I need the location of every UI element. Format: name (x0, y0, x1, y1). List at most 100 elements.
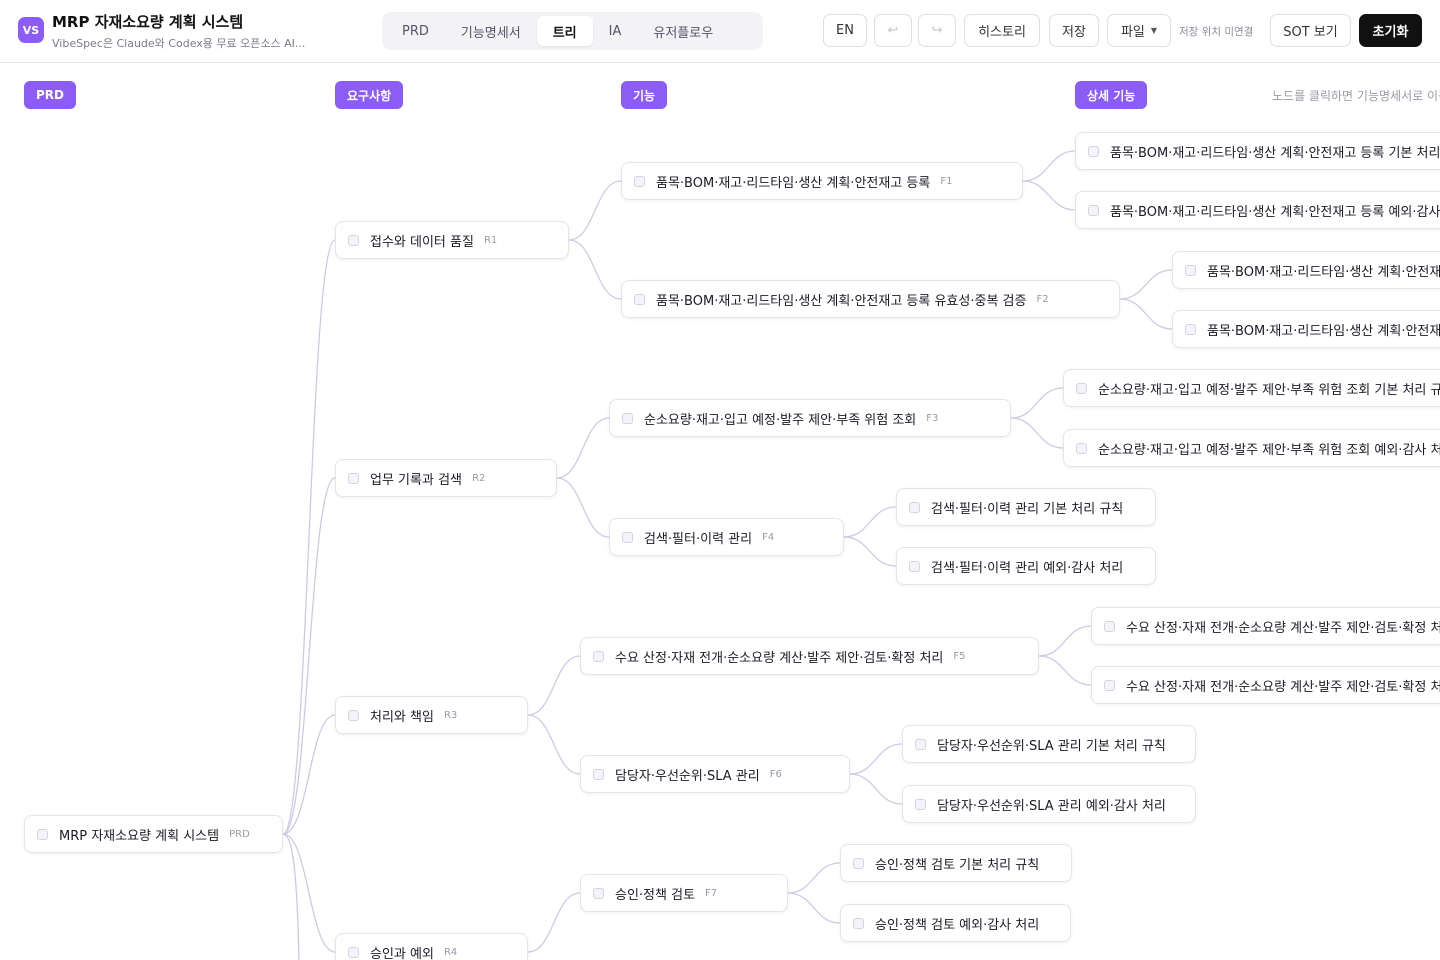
node-label: 순소요량·재고·입고 예정·발주 제안·부족 위험 조회 (644, 412, 917, 428)
tree-node-detail[interactable]: 품목·BOM·재고·리드타임·생산 계획·안전재고 등록 유효성·중복 검증 예… (1172, 310, 1440, 348)
node-checkbox[interactable] (348, 946, 359, 958)
node-checkbox[interactable] (634, 175, 645, 187)
node-label: 검색·필터·이력 관리 예외·감사 처리 (931, 560, 1124, 576)
top-bar: VS MRP 자재소요량 계획 시스템 VibeSpec은 Claude와 Co… (0, 0, 1440, 63)
tree-node-detail[interactable]: 담당자·우선순위·SLA 관리 기본 처리 규칙 (902, 725, 1196, 763)
tree-node-detail[interactable]: 품목·BOM·재고·리드타임·생산 계획·안전재고 등록 유효성·중복 검증 기… (1172, 251, 1440, 289)
tree-node-feature[interactable]: 담당자·우선순위·SLA 관리 F6 (580, 755, 850, 793)
node-tag: PRD (229, 828, 250, 840)
tree-link (282, 239, 336, 835)
tree-link (556, 477, 610, 538)
node-label: 순소요량·재고·입고 예정·발주 제안·부족 위험 조회 예외·감사 처리 (1098, 442, 1440, 458)
view-tabs: PRD 기능명세서 트리 IA 유저플로우 (382, 12, 763, 50)
tree-link (568, 239, 622, 300)
tree-node-feature[interactable]: 품목·BOM·재고·리드타임·생산 계획·안전재고 등록 F1 (621, 162, 1023, 200)
tree-node-detail[interactable]: 검색·필터·이력 관리 예외·감사 처리 (896, 547, 1156, 585)
tree-node-root[interactable]: MRP 자재소요량 계획 시스템 PRD (24, 815, 283, 853)
node-tag: R2 (472, 472, 486, 484)
node-checkbox[interactable] (348, 709, 359, 721)
tab-tree[interactable]: 트리 (536, 16, 593, 46)
node-checkbox[interactable] (593, 768, 604, 780)
node-checkbox[interactable] (1076, 442, 1087, 454)
node-checkbox[interactable] (593, 650, 604, 662)
tree-link (1119, 298, 1173, 330)
tree-node-requirement[interactable]: 승인과 예외 R4 (335, 933, 528, 960)
node-checkbox[interactable] (348, 472, 359, 484)
node-label: 품목·BOM·재고·리드타임·생산 계획·안전재고 등록 유효성·중복 검증 (656, 293, 1027, 309)
node-checkbox[interactable] (1104, 679, 1115, 691)
tree-node-detail[interactable]: 승인·정책 검토 기본 처리 규칙 (840, 844, 1072, 882)
node-checkbox[interactable] (1185, 323, 1196, 335)
node-checkbox[interactable] (622, 531, 633, 543)
node-checkbox[interactable] (915, 738, 926, 750)
node-checkbox[interactable] (1088, 204, 1099, 216)
sot-view-button[interactable]: SOT 보기 (1270, 14, 1351, 47)
reset-button[interactable]: 초기화 (1359, 14, 1422, 47)
tree-link (1022, 180, 1076, 211)
node-label: MRP 자재소요량 계획 시스템 (59, 828, 220, 844)
node-tag: F4 (762, 531, 775, 543)
node-checkbox[interactable] (622, 412, 633, 424)
tree-node-detail[interactable]: 수요 산정·자재 전개·순소요량 계산·발주 제안·검토·확정 처리 예외·감사… (1091, 666, 1440, 704)
node-checkbox[interactable] (634, 293, 645, 305)
tree-link (1038, 655, 1092, 686)
node-label: 수요 산정·자재 전개·순소요량 계산·발주 제안·검토·확정 처리 예외·감사… (1126, 679, 1440, 695)
node-tag: R1 (483, 234, 498, 246)
node-checkbox[interactable] (37, 828, 48, 840)
node-checkbox[interactable] (1076, 382, 1087, 394)
tree-node-feature[interactable]: 수요 산정·자재 전개·순소요량 계산·발주 제안·검토·확정 처리 F5 (580, 637, 1039, 675)
tree-node-feature[interactable]: 승인·정책 검토 F7 (580, 874, 788, 912)
tree-node-detail[interactable]: 검색·필터·이력 관리 기본 처리 규칙 (896, 488, 1156, 526)
tree-link (1022, 150, 1076, 182)
tree-node-feature[interactable]: 품목·BOM·재고·리드타임·생산 계획·안전재고 등록 유효성·중복 검증 F… (621, 280, 1120, 318)
node-label: 처리와 책임 (370, 709, 434, 725)
tree-canvas[interactable]: PRD 요구사항 기능 상세 기능 노드를 클릭하면 기능명세서로 이동 MRP… (0, 63, 1440, 960)
node-checkbox[interactable] (909, 501, 920, 513)
node-checkbox[interactable] (593, 887, 604, 899)
node-label: 수요 산정·자재 전개·순소요량 계산·발주 제안·검토·확정 처리 기본 처리… (1126, 620, 1440, 636)
node-checkbox[interactable] (853, 857, 864, 869)
node-checkbox[interactable] (915, 798, 926, 810)
tree-node-feature[interactable]: 검색·필터·이력 관리 F4 (609, 518, 844, 556)
node-label: 품목·BOM·재고·리드타임·생산 계획·안전재고 등록 (656, 175, 931, 191)
tree-node-detail[interactable]: 담당자·우선순위·SLA 관리 예외·감사 처리 (902, 785, 1196, 823)
app-title: MRP 자재소요량 계획 시스템 (52, 13, 244, 31)
node-label: 순소요량·재고·입고 예정·발주 제안·부족 위험 조회 기본 처리 규칙 (1098, 382, 1440, 398)
node-tag: F7 (705, 887, 718, 899)
node-checkbox[interactable] (1088, 145, 1099, 157)
tree-node-detail[interactable]: 품목·BOM·재고·리드타임·생산 계획·안전재고 등록 예외·감사 처리 (1075, 191, 1440, 229)
tab-user-flow[interactable]: 유저플로우 (637, 16, 729, 46)
node-label: 업무 기록과 검색 (370, 472, 462, 488)
tree-node-requirement[interactable]: 접수와 데이터 품질 R1 (335, 221, 569, 259)
node-checkbox[interactable] (1104, 620, 1115, 632)
node-tag: R3 (443, 709, 458, 721)
save-button[interactable]: 저장 (1049, 14, 1099, 47)
node-checkbox[interactable] (853, 917, 864, 929)
tree-node-detail[interactable]: 수요 산정·자재 전개·순소요량 계산·발주 제안·검토·확정 처리 기본 처리… (1091, 607, 1440, 645)
tab-prd[interactable]: PRD (386, 16, 445, 46)
tree-link (282, 714, 336, 835)
redo-button[interactable]: ↪ (918, 14, 956, 47)
tree-node-requirement[interactable]: 처리와 책임 R3 (335, 696, 528, 734)
tree-link (843, 536, 897, 567)
tree-node-detail[interactable]: 순소요량·재고·입고 예정·발주 제안·부족 위험 조회 기본 처리 규칙 (1063, 369, 1440, 407)
history-button[interactable]: 히스토리 (964, 14, 1040, 47)
redo-icon: ↪ (931, 23, 943, 38)
app-logo: VS (18, 17, 44, 43)
node-checkbox[interactable] (1185, 264, 1196, 276)
tree-node-requirement[interactable]: 업무 기록과 검색 R2 (335, 459, 557, 497)
tree-link (787, 892, 841, 924)
tree-node-feature[interactable]: 순소요량·재고·입고 예정·발주 제안·부족 위험 조회 F3 (609, 399, 1011, 437)
tab-feature-spec[interactable]: 기능명세서 (445, 16, 537, 46)
node-checkbox[interactable] (348, 234, 359, 246)
language-button[interactable]: EN (823, 14, 867, 47)
tree-node-detail[interactable]: 품목·BOM·재고·리드타임·생산 계획·안전재고 등록 기본 처리 규칙 (1075, 132, 1440, 170)
tree-node-detail[interactable]: 순소요량·재고·입고 예정·발주 제안·부족 위험 조회 예외·감사 처리 (1063, 429, 1440, 467)
node-checkbox[interactable] (909, 560, 920, 572)
column-badge-features: 기능 (621, 81, 668, 109)
file-menu-button[interactable]: 파일 ▼ (1107, 14, 1171, 47)
tab-ia[interactable]: IA (593, 16, 638, 46)
undo-button[interactable]: ↩ (874, 14, 912, 47)
node-label: 수요 산정·자재 전개·순소요량 계산·발주 제안·검토·확정 처리 (615, 650, 944, 666)
tree-node-detail[interactable]: 승인·정책 검토 예외·감사 처리 (840, 904, 1071, 942)
